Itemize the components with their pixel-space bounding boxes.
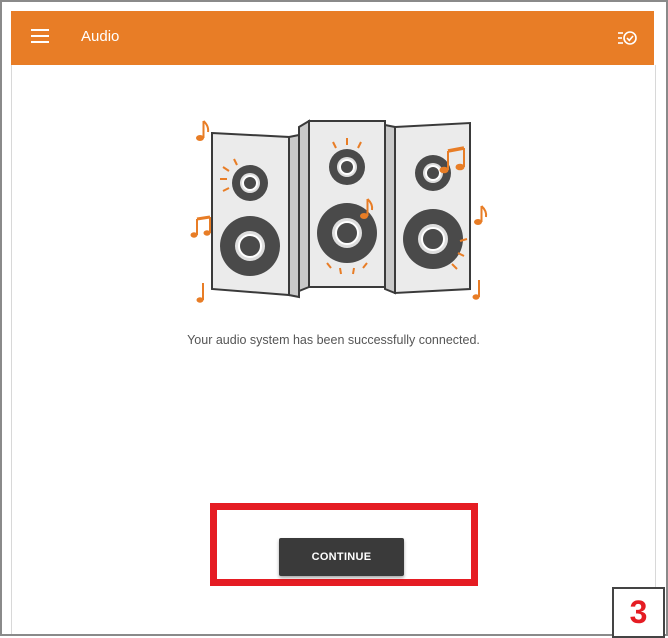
music-note-icon — [196, 120, 210, 141]
app-window: Audio Your audio system has been success… — [0, 0, 668, 636]
music-note-icon — [474, 205, 488, 225]
step-number-badge: 3 — [612, 587, 665, 638]
app-bar: Audio — [11, 11, 654, 65]
connection-success-message: Your audio system has been successfully … — [187, 333, 480, 347]
music-note-icon — [472, 280, 480, 300]
speakers-illustration — [187, 115, 497, 305]
left-speaker — [211, 131, 300, 299]
hamburger-menu-icon[interactable] — [31, 29, 49, 47]
music-note-icon — [196, 283, 204, 303]
highlight-box: CONTINUE — [210, 503, 478, 586]
music-note-icon — [190, 215, 211, 238]
continue-button[interactable]: CONTINUE — [279, 538, 404, 576]
task-check-icon[interactable] — [616, 27, 638, 49]
app-bar-title: Audio — [81, 28, 120, 45]
content-area: Your audio system has been successfully … — [11, 65, 656, 634]
